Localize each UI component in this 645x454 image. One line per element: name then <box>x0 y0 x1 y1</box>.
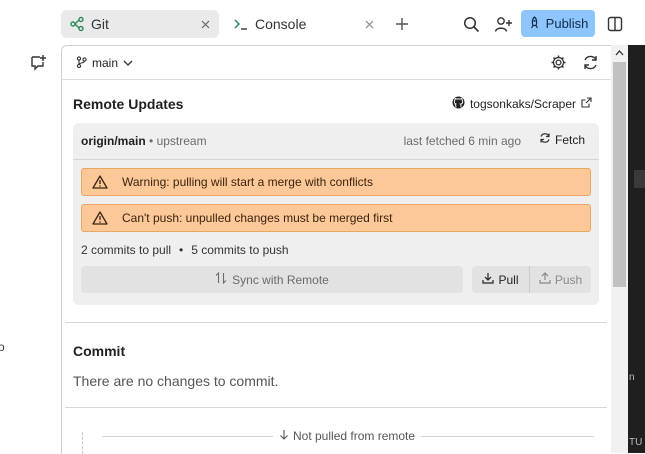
no-changes-message: There are no changes to commit. <box>73 373 279 389</box>
separator-dot: • <box>179 243 184 257</box>
neighbor-highlight <box>634 170 645 188</box>
new-chat-icon[interactable] <box>28 52 48 72</box>
rocket-icon <box>528 15 541 32</box>
branch-bar: main <box>62 46 612 80</box>
section-divider <box>65 407 607 408</box>
timeline-line <box>82 432 84 454</box>
sync-with-remote-button[interactable]: Sync with Remote <box>81 266 463 293</box>
pull-button[interactable]: Pull <box>472 266 530 293</box>
neighbor-text: TU <box>629 437 643 448</box>
download-icon <box>482 272 495 287</box>
section-divider <box>65 322 607 323</box>
scroll-up-icon[interactable] <box>611 45 628 60</box>
warning-text: Can't push: unpulled changes must be mer… <box>122 211 393 225</box>
remote-tag: upstream <box>156 134 207 148</box>
sync-label: Sync with Remote <box>232 272 329 287</box>
remote-name: origin/main • upstream <box>81 134 207 148</box>
left-edge-text: o <box>0 340 5 354</box>
not-pulled-label: Not pulled from remote <box>273 429 422 443</box>
upload-icon <box>539 272 551 287</box>
branch-name: main <box>92 56 119 70</box>
push-label: Push <box>554 272 583 287</box>
refresh-icon <box>539 132 551 147</box>
scrollbar-thumb[interactable] <box>613 62 626 287</box>
remote-card: origin/main • upstream last fetched 6 mi… <box>73 123 599 305</box>
external-link-icon <box>581 97 592 111</box>
search-icon[interactable] <box>459 12 483 36</box>
invite-user-icon[interactable] <box>491 12 515 36</box>
fetch-button[interactable]: Fetch <box>539 132 585 147</box>
fetch-label: Fetch <box>554 132 585 147</box>
branch-icon <box>76 55 87 71</box>
tab-label: Console <box>255 16 307 32</box>
merge-conflict-warning: Warning: pulling will start a merge with… <box>81 168 591 196</box>
close-tab-console-icon[interactable] <box>361 16 377 32</box>
git-branch-icon <box>67 16 87 32</box>
close-tab-git-icon[interactable] <box>197 16 213 32</box>
sync-arrows-icon <box>215 271 227 287</box>
neighbor-pane-edge: n TU <box>628 45 645 453</box>
warning-triangle-icon <box>84 175 116 189</box>
pull-push-group: Pull Push <box>472 266 591 293</box>
commit-title: Commit <box>73 343 126 359</box>
remote-updates-title: Remote Updates <box>73 96 184 112</box>
left-rail: o <box>0 0 58 453</box>
chevron-down-icon <box>123 56 133 70</box>
toggle-layout-icon[interactable] <box>603 12 627 36</box>
refresh-icon[interactable] <box>578 50 602 74</box>
branch-selector[interactable]: main <box>76 53 133 73</box>
neighbor-text: n <box>629 372 635 383</box>
remote-branch: origin/main <box>81 134 146 148</box>
tab-git[interactable]: Git <box>61 10 219 38</box>
commit-counts: 2 commits to pull • 5 commits to push <box>81 243 289 257</box>
terminal-icon <box>231 16 251 32</box>
last-fetched: last fetched 6 min ago <box>403 134 521 148</box>
push-button[interactable]: Push <box>530 266 591 293</box>
tab-label: Git <box>91 16 109 32</box>
github-icon <box>452 96 465 112</box>
not-pulled-divider: Not pulled from remote <box>102 428 594 444</box>
tab-console[interactable]: Console <box>225 10 383 38</box>
repo-name: togsonkaks/Scraper <box>469 97 576 111</box>
settings-gear-icon[interactable] <box>546 50 570 74</box>
separator-dot: • <box>149 134 154 148</box>
git-panel: main Remote Updates togsonkaks/Scraper o… <box>61 45 612 454</box>
commits-to-pull: 2 commits to pull <box>81 243 172 257</box>
warning-text: Warning: pulling will start a merge with… <box>122 175 373 189</box>
not-pulled-text: Not pulled from remote <box>293 429 416 443</box>
commits-to-push: 5 commits to push <box>191 243 289 257</box>
remote-header: origin/main • upstream last fetched 6 mi… <box>73 123 599 160</box>
panel-scrollbar[interactable] <box>611 45 628 453</box>
repo-link[interactable]: togsonkaks/Scraper <box>452 96 592 112</box>
arrow-down-icon <box>279 429 289 443</box>
publish-button[interactable]: Publish <box>521 10 595 37</box>
new-tab-plus-icon[interactable] <box>390 12 414 36</box>
push-blocked-warning: Can't push: unpulled changes must be mer… <box>81 204 591 232</box>
pull-label: Pull <box>498 272 519 287</box>
warning-triangle-icon <box>84 211 116 225</box>
publish-label: Publish <box>545 16 589 31</box>
